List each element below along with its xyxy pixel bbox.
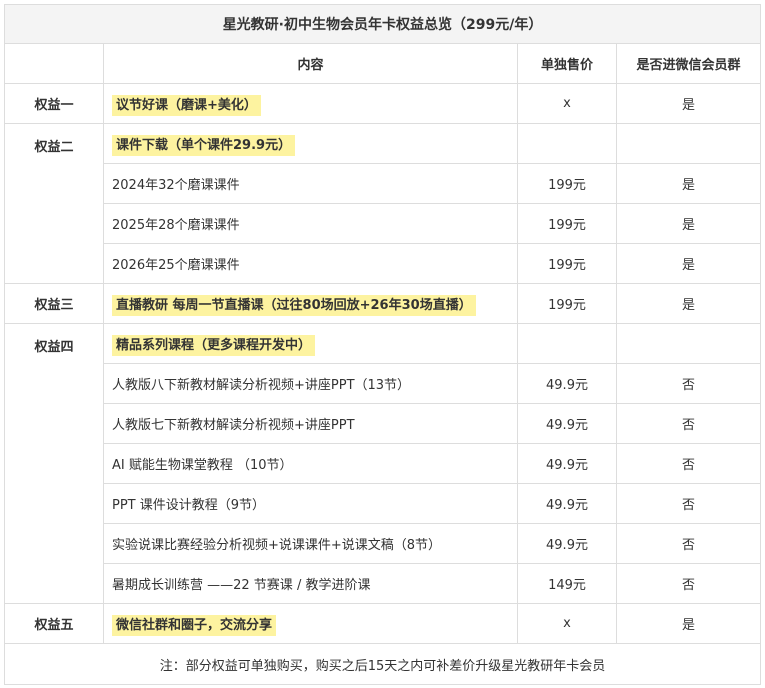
benefit-label: 权益四 <box>4 323 104 604</box>
header-cell-blank <box>4 43 104 84</box>
title-row: 星光教研·初中生物会员年卡权益总览（299元/年） <box>3 4 762 44</box>
benefit-heading: 议节好课（磨课+美化） <box>112 95 261 116</box>
table-row: 实验说课比赛经验分析视频+说课课件+说课文稿（8节） 49.9元 否 <box>5 523 762 564</box>
item-group: 否 <box>615 363 762 404</box>
item-content: 2026年25个磨课课件 <box>103 243 518 284</box>
table-row: 人教版七下新教材解读分析视频+讲座PPT 49.9元 否 <box>5 403 762 444</box>
header-row: 内容 单独售价 是否进微信会员群 <box>4 43 762 84</box>
benefit-heading: 精品系列课程（更多课程开发中） <box>112 335 316 356</box>
benefit-row-4: 权益四 精品系列课程（更多课程开发中） <box>4 323 762 604</box>
item-price: 199元 <box>517 163 617 204</box>
group-cell: 是 <box>615 83 762 124</box>
benefit-label: 权益一 <box>4 83 104 124</box>
benefit-heading-cell: 精品系列课程（更多课程开发中） <box>103 323 518 364</box>
price-cell <box>517 123 617 164</box>
group-cell <box>615 323 762 364</box>
table-row: 2025年28个磨课课件 199元 是 <box>5 203 762 244</box>
item-price: 149元 <box>517 563 617 604</box>
item-content: 人教版八下新教材解读分析视频+讲座PPT（13节） <box>103 363 518 404</box>
table-row: 暑期成长训练营 ——22 节赛课 / 教学进阶课 149元 否 <box>5 563 762 604</box>
header-group: 是否进微信会员群 <box>615 43 762 84</box>
table-row: PPT 课件设计教程（9节） 49.9元 否 <box>5 483 762 524</box>
benefit-heading-cell: 直播教研 每周一节直播课（过往80场回放+26年30场直播） <box>103 283 518 324</box>
item-content: 2024年32个磨课课件 <box>103 163 518 204</box>
item-group: 否 <box>615 523 762 564</box>
item-price: 49.9元 <box>517 363 617 404</box>
benefit-label: 权益三 <box>4 283 104 324</box>
benefit-heading: 课件下载（单个课件29.9元） <box>112 135 296 156</box>
item-price: 49.9元 <box>517 443 617 484</box>
item-group: 否 <box>615 563 762 604</box>
table-row: 2026年25个磨课课件 199元 是 <box>5 243 762 284</box>
price-cell: x <box>517 603 617 644</box>
item-price: 49.9元 <box>517 523 617 564</box>
group-cell <box>615 123 762 164</box>
item-group: 否 <box>615 483 762 524</box>
header-price: 单独售价 <box>517 43 617 84</box>
item-group: 否 <box>615 443 762 484</box>
item-price: 199元 <box>517 243 617 284</box>
benefit-heading-cell: 课件下载（单个课件29.9元） <box>103 123 518 164</box>
benefit-heading: 直播教研 每周一节直播课（过往80场回放+26年30场直播） <box>112 295 476 316</box>
item-group: 是 <box>615 203 762 244</box>
item-content: 人教版七下新教材解读分析视频+讲座PPT <box>103 403 518 444</box>
table-row: AI 赋能生物课堂教程 （10节） 49.9元 否 <box>5 443 762 484</box>
benefit-label: 权益二 <box>4 123 104 284</box>
item-price: 199元 <box>517 203 617 244</box>
footnote: 注：部分权益可单独购买，购买之后15天之内可补差价升级星光教研年卡会员 <box>3 643 762 685</box>
benefit-row-3: 权益三 直播教研 每周一节直播课（过往80场回放+26年30场直播） 199元 … <box>4 283 762 324</box>
group-cell: 是 <box>615 603 762 644</box>
benefit-label: 权益五 <box>4 603 104 644</box>
header-content: 内容 <box>103 43 518 84</box>
benefits-table: 星光教研·初中生物会员年卡权益总览（299元/年） 内容 单独售价 是否进微信会… <box>3 4 762 685</box>
item-group: 是 <box>615 243 762 284</box>
item-content: 实验说课比赛经验分析视频+说课课件+说课文稿（8节） <box>103 523 518 564</box>
benefit-heading-cell: 微信社群和圈子，交流分享 <box>103 603 518 644</box>
benefit-heading-cell: 议节好课（磨课+美化） <box>103 83 518 124</box>
item-group: 否 <box>615 403 762 444</box>
benefit-row-1: 权益一 议节好课（磨课+美化） x 是 <box>4 83 762 124</box>
item-group: 是 <box>615 163 762 204</box>
benefit-row-5: 权益五 微信社群和圈子，交流分享 x 是 <box>4 603 762 644</box>
benefit-heading: 微信社群和圈子，交流分享 <box>112 615 277 636</box>
table-row: 人教版八下新教材解读分析视频+讲座PPT（13节） 49.9元 否 <box>5 363 762 404</box>
item-content: 2025年28个磨课课件 <box>103 203 518 244</box>
group-cell: 是 <box>615 283 762 324</box>
item-price: 49.9元 <box>517 403 617 444</box>
item-content: AI 赋能生物课堂教程 （10节） <box>103 443 518 484</box>
price-cell: x <box>517 83 617 124</box>
benefit-row-2: 权益二 课件下载（单个课件29.9元） <box>4 123 762 284</box>
item-content: PPT 课件设计教程（9节） <box>103 483 518 524</box>
table-title: 星光教研·初中生物会员年卡权益总览（299元/年） <box>3 4 762 44</box>
price-cell <box>517 323 617 364</box>
price-cell: 199元 <box>517 283 617 324</box>
item-content: 暑期成长训练营 ——22 节赛课 / 教学进阶课 <box>103 563 518 604</box>
item-price: 49.9元 <box>517 483 617 524</box>
note-row: 注：部分权益可单独购买，购买之后15天之内可补差价升级星光教研年卡会员 <box>3 643 762 685</box>
table-row: 2024年32个磨课课件 199元 是 <box>5 163 762 204</box>
